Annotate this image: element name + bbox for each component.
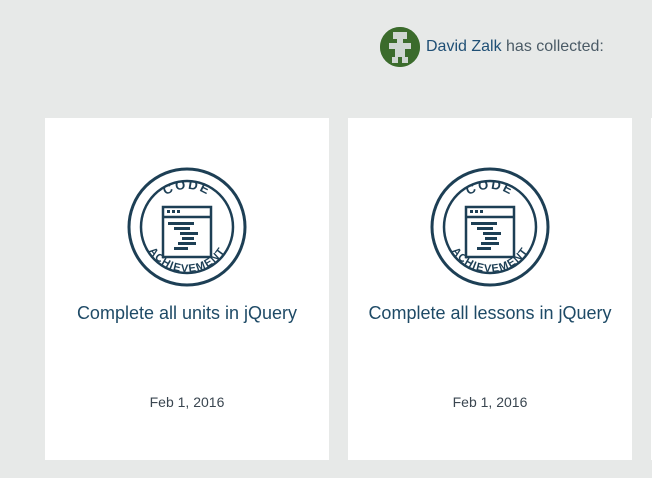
collected-label: has collected: bbox=[506, 38, 604, 55]
profile-header: David Zalk has collected: bbox=[380, 27, 604, 67]
code-achievement-badge-icon: CODE ACHIEVEMENT bbox=[126, 166, 248, 288]
pixel-avatar-icon bbox=[380, 27, 420, 67]
achievement-date: Feb 1, 2016 bbox=[149, 394, 225, 410]
collector-line: David Zalk has collected: bbox=[426, 38, 604, 56]
avatar[interactable] bbox=[380, 27, 420, 67]
achievement-title: Complete all units in jQuery bbox=[76, 303, 298, 323]
user-name-link[interactable]: David Zalk bbox=[426, 38, 502, 55]
achievement-title: Complete all lessons in jQuery bbox=[368, 303, 612, 323]
achievement-date: Feb 1, 2016 bbox=[452, 394, 528, 410]
achievement-card[interactable]: CODE ACHIEVEMENT Complete all lessons in… bbox=[348, 118, 632, 460]
code-achievement-badge-icon: CODE ACHIEVEMENT bbox=[429, 166, 551, 288]
achievement-card[interactable]: CODE ACHIEVEMENT Complete all units in j… bbox=[45, 118, 329, 460]
